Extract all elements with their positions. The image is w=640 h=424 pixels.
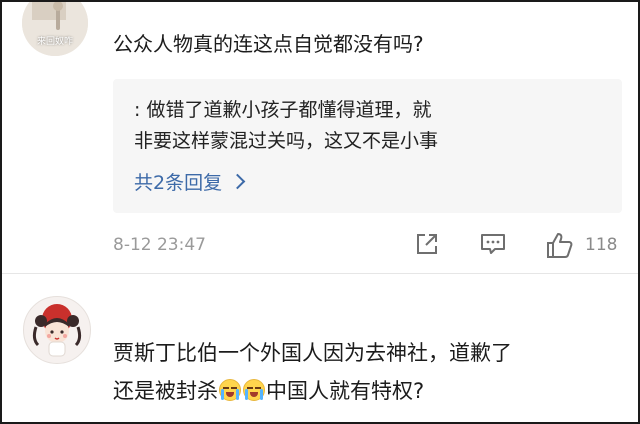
- comment-text: 公众人物真的连这点自觉都没有吗?: [113, 32, 424, 56]
- avatar[interactable]: 来回奴咋: [22, 2, 88, 56]
- reply-text-line: : 做错了道歉小孩子都懂得道理，就: [134, 99, 432, 121]
- cartoon-girl-avatar-icon: [32, 304, 82, 357]
- comment-text: 贾斯丁比伯一个外国人因为去神社，道歉了: [113, 341, 512, 365]
- crying-face-icon: [219, 379, 241, 401]
- share-icon[interactable]: [413, 230, 441, 258]
- comment-icon[interactable]: [478, 230, 508, 258]
- crying-face-icon: [243, 379, 265, 401]
- chevron-right-icon: [229, 173, 246, 190]
- reply-text-line: 非要这样蒙混过关吗，这又不是小事: [134, 130, 439, 152]
- view-replies-label: 共2条回复: [134, 172, 223, 194]
- avatar-caption: 来回奴咋: [36, 37, 73, 47]
- comment-text-segment: 中国人就有特权?: [266, 379, 425, 403]
- comment-list: 来回奴咋 公众人物真的连这点自觉都没有吗? : 做错了道歉小孩子都懂得道理，就 …: [0, 0, 640, 424]
- like-icon[interactable]: [544, 230, 574, 260]
- avatar-photo-icon: [22, 2, 88, 56]
- comment-text-segment: 还是被封杀: [113, 379, 218, 403]
- like-count: 118: [585, 235, 618, 255]
- avatar[interactable]: [23, 296, 91, 364]
- view-replies-link[interactable]: 共2条回复: [134, 168, 246, 195]
- comment-text: 还是被封杀 中国人就有特权?: [113, 375, 424, 405]
- divider: [2, 273, 638, 274]
- comment-timestamp: 8-12 23:47: [113, 235, 206, 255]
